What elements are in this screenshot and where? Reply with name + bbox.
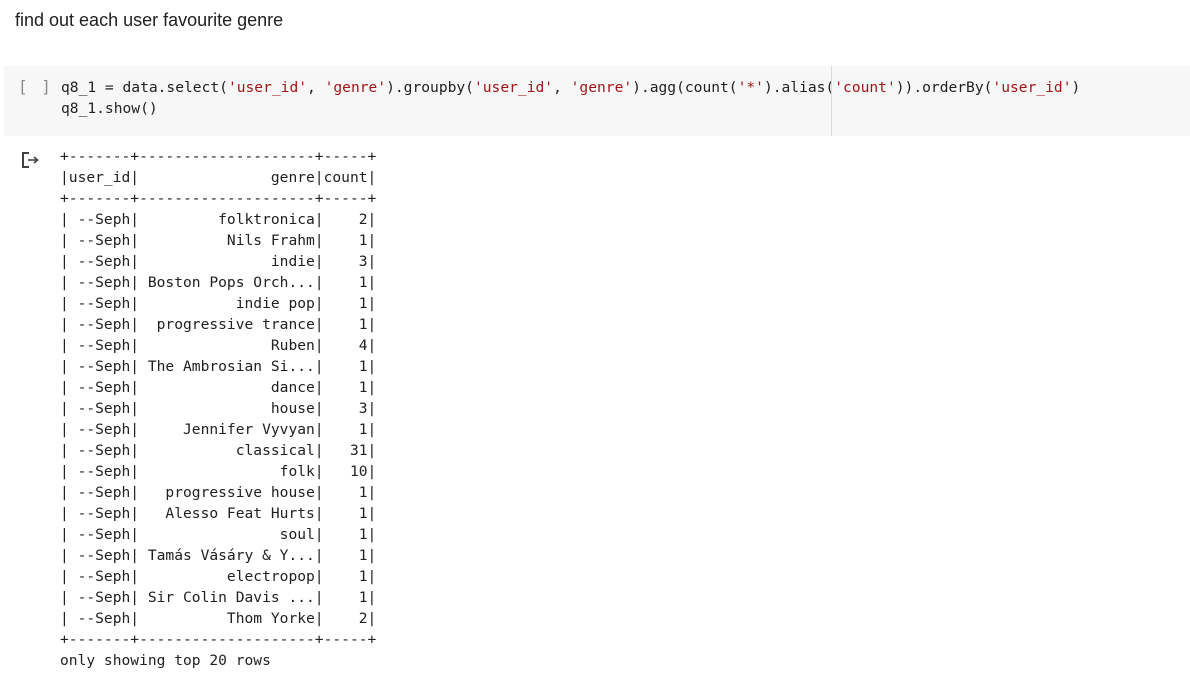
string-literal: 'user_id' <box>992 79 1072 96</box>
table-row: | --Seph| Ruben| 4| <box>60 337 377 354</box>
output-footer: only showing top 20 rows <box>60 652 271 669</box>
string-literal: 'user_id' <box>473 79 554 96</box>
code-token: q8_1.show() <box>61 100 158 117</box>
markdown-text: find out each user favourite genre <box>15 10 284 30</box>
code-line[interactable]: q8_1.show() <box>61 98 1080 119</box>
code-token: ).agg(count( <box>632 79 738 96</box>
code-token: q8_1 = data.select( <box>61 79 228 96</box>
table-row: | --Seph| The Ambrosian Si...| 1| <box>60 358 377 375</box>
code-line[interactable]: q8_1 = data.select('user_id', 'genre').g… <box>61 77 1080 98</box>
string-literal: 'user_id' <box>227 79 308 96</box>
code-token: )).orderBy( <box>895 79 993 96</box>
table-header-row: |user_id| genre|count| <box>60 169 377 186</box>
string-literal: '*' <box>737 79 764 96</box>
table-border: +-------+--------------------+-----+ <box>60 631 377 648</box>
table-row: | --Seph| progressive house| 1| <box>60 484 377 501</box>
code-token: , <box>553 79 571 96</box>
table-row: | --Seph| Alesso Feat Hurts| 1| <box>60 505 377 522</box>
table-row: | --Seph| Thom Yorke| 2| <box>60 610 377 627</box>
table-row: | --Seph| folk| 10| <box>60 463 377 480</box>
string-literal: 'count' <box>834 79 896 96</box>
table-row: | --Seph| electropop| 1| <box>60 568 377 585</box>
table-row: | --Seph| Jennifer Vyvyan| 1| <box>60 421 377 438</box>
table-row: | --Seph| indie| 3| <box>60 253 377 270</box>
table-row: | --Seph| Boston Pops Orch...| 1| <box>60 274 377 291</box>
output-redirect-icon[interactable] <box>20 150 42 170</box>
string-literal: 'genre' <box>570 79 633 96</box>
table-row: | --Seph| house| 3| <box>60 400 377 417</box>
code-token: , <box>307 79 325 96</box>
table-row: | --Seph| progressive trance| 1| <box>60 316 377 333</box>
markdown-text-cell[interactable]: find out each user favourite genre <box>15 8 283 32</box>
run-cell-button[interactable]: [ ] <box>18 77 53 96</box>
editor-ruler-line <box>831 66 832 136</box>
table-row: | --Seph| dance| 1| <box>60 379 377 396</box>
table-border: +-------+--------------------+-----+ <box>60 148 377 165</box>
table-row: | --Seph| Tamás Vásáry & Y...| 1| <box>60 547 377 564</box>
table-row: | --Seph| folktronica| 2| <box>60 211 377 228</box>
code-token: ).groupby( <box>386 79 474 96</box>
table-row: | --Seph| Nils Frahm| 1| <box>60 232 377 249</box>
string-literal: 'genre' <box>324 79 387 96</box>
code-cell[interactable]: [ ] q8_1 = data.select('user_id', 'genre… <box>4 66 1190 136</box>
table-row: | --Seph| Sir Colin Davis ...| 1| <box>60 589 377 606</box>
code-token: ) <box>1071 79 1081 96</box>
table-border: +-------+--------------------+-----+ <box>60 190 377 207</box>
dataframe-show-output: +-------+--------------------+-----+ |us… <box>60 146 376 671</box>
table-row: | --Seph| indie pop| 1| <box>60 295 377 312</box>
code-token: ).alias( <box>763 79 835 96</box>
table-row: | --Seph| soul| 1| <box>60 526 377 543</box>
table-row: | --Seph| classical| 31| <box>60 442 377 459</box>
code-editor[interactable]: q8_1 = data.select('user_id', 'genre').g… <box>61 77 1080 119</box>
